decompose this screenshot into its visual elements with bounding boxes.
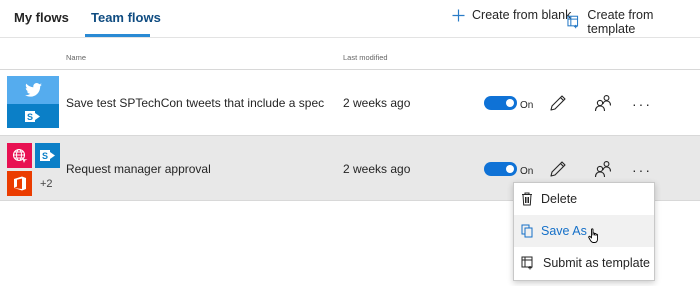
template-icon [521, 256, 533, 270]
pencil-icon[interactable] [549, 160, 567, 178]
copy-icon [521, 224, 533, 238]
menu-item-label: Delete [541, 192, 578, 206]
tab-team-flows[interactable]: Team flows [91, 10, 161, 25]
menu-item-label: Submit as template [543, 256, 650, 270]
flow-row[interactable]: S Save test SPTechCon tweets that includ… [0, 69, 700, 135]
template-icon [567, 15, 579, 29]
extra-connectors-count: +2 [40, 178, 53, 190]
column-header-modified[interactable]: Last modified [343, 53, 388, 62]
share-people-icon[interactable] [594, 160, 612, 178]
menu-item-label: Save As [541, 224, 587, 238]
toggle-state-label: On [520, 166, 534, 177]
active-tab-indicator [85, 34, 150, 37]
tab-bar: My flows Team flows Create from blank Cr… [0, 0, 700, 38]
tab-my-flows[interactable]: My flows [14, 10, 69, 25]
create-from-blank-button[interactable]: Create from blank [452, 8, 571, 22]
flow-modified: 2 weeks ago [343, 162, 411, 176]
trash-icon [522, 192, 532, 206]
toggle-state-label: On [520, 100, 534, 111]
more-options-icon[interactable]: ··· [632, 96, 652, 112]
office-icon [7, 171, 32, 196]
more-options-icon[interactable]: ··· [632, 162, 652, 178]
create-from-template-button[interactable]: Create from template [567, 8, 700, 36]
twitter-icon [7, 76, 59, 104]
create-from-template-label: Create from template [587, 8, 654, 36]
flow-enabled-toggle[interactable] [484, 162, 517, 176]
share-people-icon[interactable] [594, 94, 612, 112]
create-from-blank-label: Create from blank [472, 8, 572, 22]
context-menu: Delete Save As Submit as template [513, 182, 655, 281]
menu-item-save-as[interactable]: Save As [514, 215, 654, 247]
menu-item-submit-as-template[interactable]: Submit as template [514, 247, 654, 279]
flow-name[interactable]: Request manager approval [66, 162, 324, 176]
svg-text:S: S [42, 151, 48, 161]
column-header-name[interactable]: Name [66, 53, 86, 62]
flow-enabled-toggle[interactable] [484, 96, 517, 110]
sharepoint-icon: S [7, 104, 59, 128]
plus-icon [452, 9, 465, 21]
approval-globe-icon [7, 143, 32, 168]
sharepoint-icon: S [35, 143, 60, 168]
flow-modified: 2 weeks ago [343, 96, 411, 110]
menu-item-delete[interactable]: Delete [514, 183, 654, 215]
flow-name[interactable]: Save test SPTechCon tweets that include … [66, 96, 324, 110]
svg-text:S: S [27, 112, 33, 122]
hand-cursor-icon [588, 228, 598, 243]
pencil-icon[interactable] [549, 94, 567, 112]
